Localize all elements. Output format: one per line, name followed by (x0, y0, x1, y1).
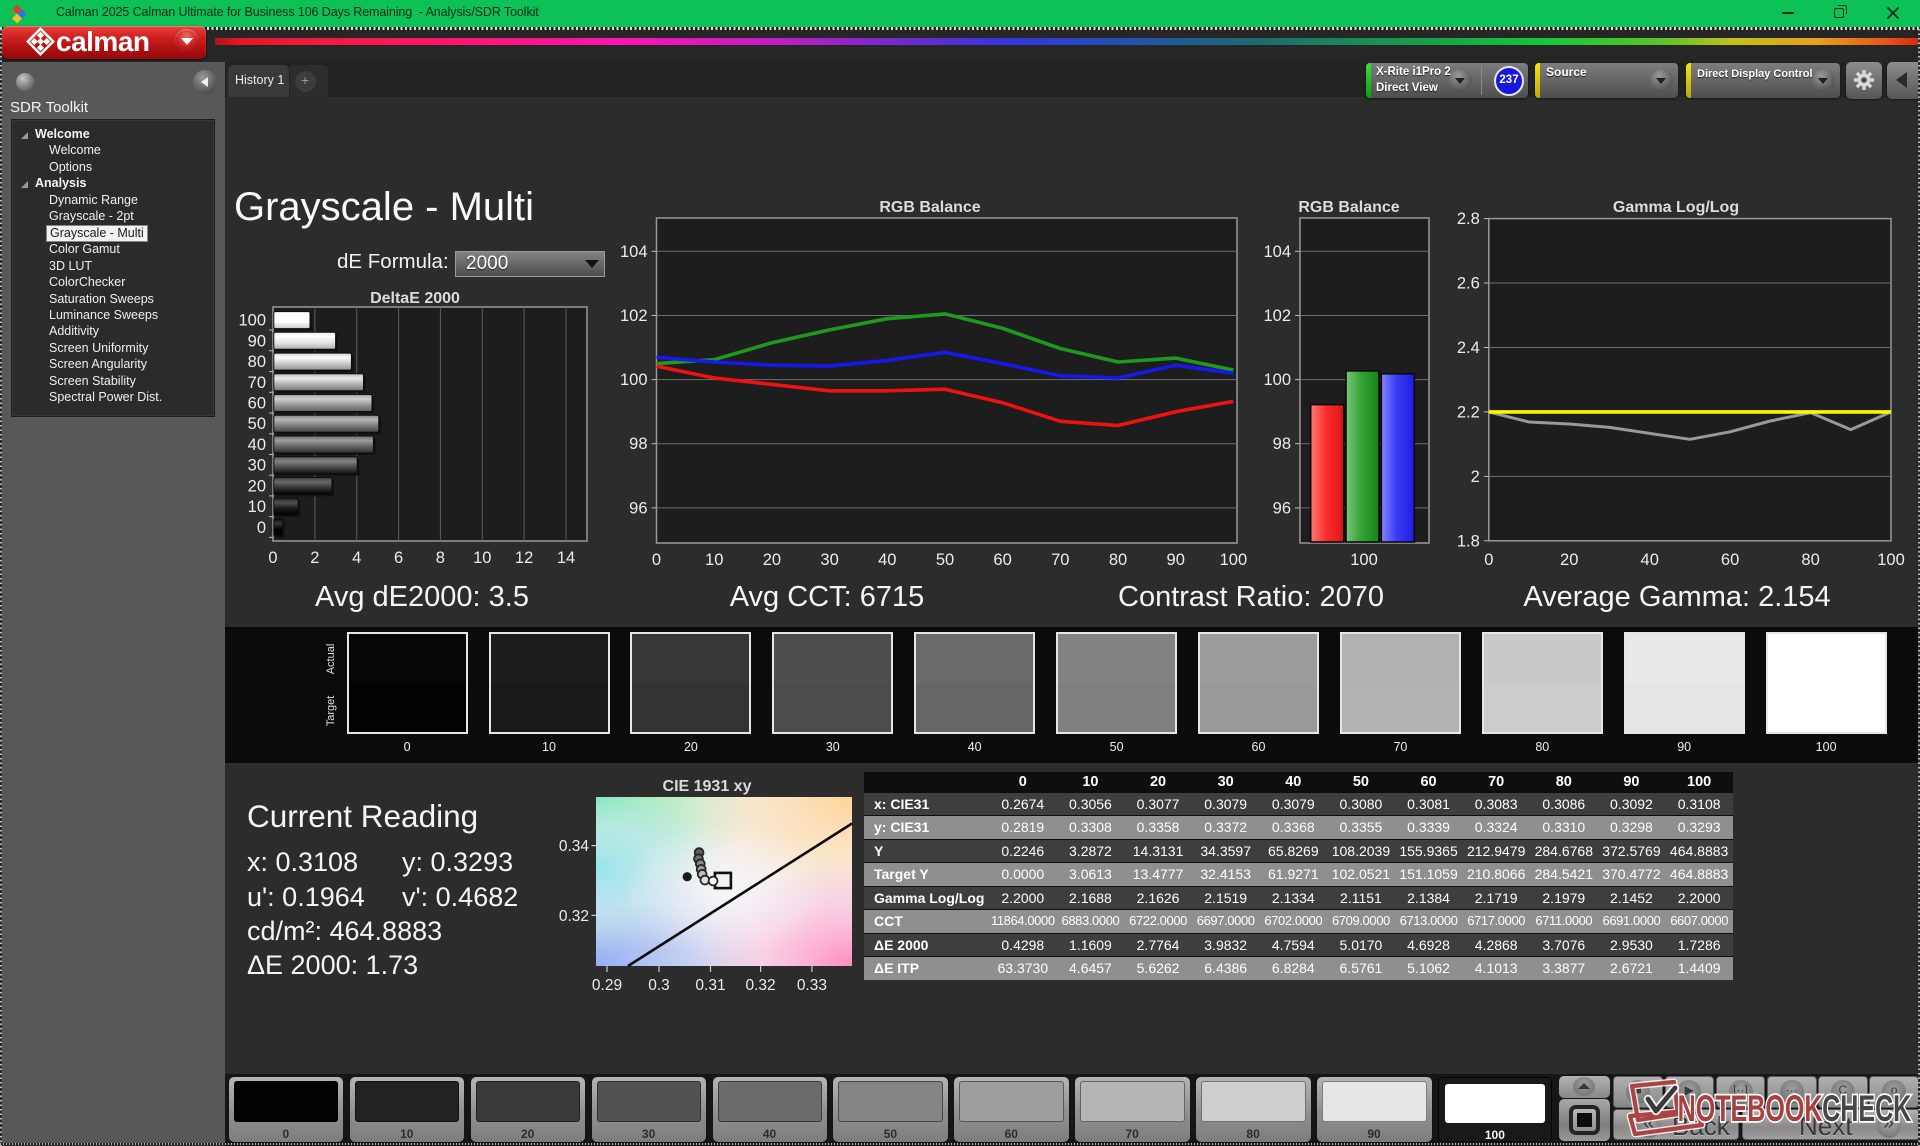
svg-text:102: 102 (620, 307, 648, 325)
svg-text:NOTEBOOK: NOTEBOOK (1678, 1087, 1823, 1129)
svg-text:4: 4 (352, 549, 361, 567)
svg-text:0.32: 0.32 (746, 977, 776, 994)
svg-text:98: 98 (1273, 435, 1291, 453)
svg-text:100: 100 (620, 371, 648, 389)
svg-text:0: 0 (1484, 551, 1493, 569)
svg-text:8: 8 (436, 549, 445, 567)
svg-text:60: 60 (1721, 551, 1739, 569)
svg-text:40: 40 (248, 436, 266, 454)
svg-text:12: 12 (515, 549, 533, 567)
svg-text:90: 90 (1167, 551, 1185, 569)
svg-text:100: 100 (238, 312, 266, 330)
svg-text:10: 10 (248, 498, 266, 516)
svg-text:80: 80 (1801, 551, 1819, 569)
svg-text:80: 80 (248, 353, 266, 371)
svg-text:100: 100 (1263, 371, 1291, 389)
svg-text:2.2: 2.2 (1457, 403, 1480, 421)
svg-text:96: 96 (629, 499, 647, 517)
svg-text:6: 6 (394, 549, 403, 567)
svg-text:2: 2 (310, 549, 319, 567)
svg-text:0: 0 (257, 519, 266, 537)
svg-text:10: 10 (473, 549, 491, 567)
svg-text:RGB Balance: RGB Balance (879, 199, 980, 216)
svg-text:0.29: 0.29 (592, 977, 622, 994)
svg-text:0.32: 0.32 (559, 908, 589, 925)
svg-text:20: 20 (248, 477, 266, 495)
svg-text:30: 30 (820, 551, 838, 569)
svg-text:50: 50 (248, 415, 266, 433)
svg-text:2.8: 2.8 (1457, 210, 1480, 228)
svg-text:0.3: 0.3 (648, 977, 670, 994)
svg-text:70: 70 (248, 374, 266, 392)
svg-text:CIE 1931 xy: CIE 1931 xy (663, 778, 752, 795)
svg-text:50: 50 (936, 551, 954, 569)
svg-text:30: 30 (248, 457, 266, 475)
svg-text:CHECK: CHECK (1822, 1087, 1911, 1129)
svg-text:90: 90 (248, 332, 266, 350)
svg-text:2.4: 2.4 (1457, 339, 1480, 357)
svg-text:104: 104 (1263, 243, 1291, 261)
svg-text:10: 10 (705, 551, 723, 569)
svg-text:100: 100 (1877, 551, 1905, 569)
svg-text:96: 96 (1273, 499, 1291, 517)
svg-text:60: 60 (248, 395, 266, 413)
svg-text:100: 100 (1350, 551, 1378, 569)
svg-text:0.33: 0.33 (797, 977, 827, 994)
svg-text:20: 20 (763, 551, 781, 569)
svg-text:0.31: 0.31 (695, 977, 725, 994)
svg-text:102: 102 (1263, 307, 1291, 325)
svg-text:0.34: 0.34 (559, 838, 590, 855)
svg-text:100: 100 (1220, 551, 1248, 569)
svg-text:0: 0 (268, 549, 277, 567)
svg-text:104: 104 (620, 243, 648, 261)
svg-text:0: 0 (652, 551, 661, 569)
svg-text:14: 14 (557, 549, 575, 567)
svg-text:RGB Balance: RGB Balance (1298, 199, 1399, 216)
svg-text:60: 60 (993, 551, 1011, 569)
svg-text:40: 40 (1641, 551, 1659, 569)
svg-text:20: 20 (1560, 551, 1578, 569)
svg-text:80: 80 (1109, 551, 1127, 569)
svg-text:70: 70 (1051, 551, 1069, 569)
svg-text:DeltaE 2000: DeltaE 2000 (370, 290, 460, 307)
svg-text:2: 2 (1471, 468, 1480, 486)
svg-text:98: 98 (629, 435, 647, 453)
svg-text:40: 40 (878, 551, 896, 569)
svg-text:1.8: 1.8 (1457, 532, 1480, 550)
svg-text:Gamma Log/Log: Gamma Log/Log (1613, 199, 1739, 216)
svg-text:2.6: 2.6 (1457, 275, 1480, 293)
